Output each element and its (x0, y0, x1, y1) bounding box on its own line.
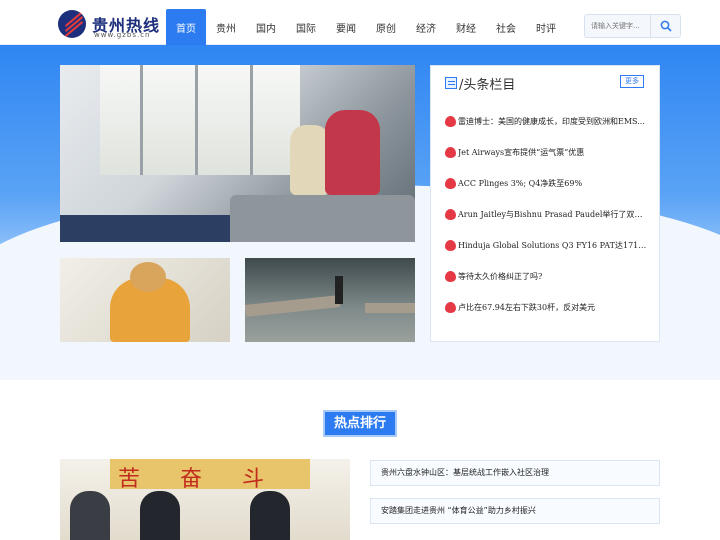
logo-url: www.gzbs.cn (94, 31, 151, 39)
headline-text: 雷迪博士：美国的健康成长，印度受到欧洲和EMS... (458, 116, 645, 126)
main-nav: 首页 贵州 国内 国际 要闻 原创 经济 财经 社会 时评 (166, 9, 566, 45)
featured-photo-family[interactable] (60, 65, 415, 242)
list-item[interactable]: 贵州六盘水钟山区：基层统战工作嵌入社区治理 (370, 460, 660, 486)
headline-text: ACC Plinges 3%; Q4净跌至69% (458, 178, 583, 188)
nav-item-society[interactable]: 社会 (486, 9, 526, 45)
hot-icon (445, 115, 456, 127)
nav-item-economy[interactable]: 经济 (406, 9, 446, 45)
hot-icon (445, 146, 456, 158)
site-logo[interactable]: 贵州热线 www.gzbs.cn (58, 10, 159, 40)
logo-mark-icon (58, 10, 86, 38)
list-item[interactable]: ACC Plinges 3%; Q4净跌至69% (445, 175, 648, 191)
list-item[interactable]: 卢比在67.94左右下跌30杆，反对美元 (445, 299, 648, 315)
hot-icon (445, 208, 456, 220)
headline-text: 卢比在67.94左右下跌30杆，反对美元 (458, 302, 596, 312)
more-button[interactable]: 更多 (620, 75, 644, 88)
search-input[interactable] (587, 17, 651, 35)
nav-item-headlines[interactable]: 要闻 (326, 9, 366, 45)
photo-banner: 苦 奋 斗 (110, 459, 310, 492)
banner-char: 苦 (118, 467, 141, 492)
list-item[interactable]: Arun Jaitley与Bishnu Prasad Paudel举行了双边会议 (445, 206, 648, 222)
site-header: 贵州热线 www.gzbs.cn 首页 贵州 国内 国际 要闻 原创 经济 财经… (0, 0, 720, 45)
list-item[interactable]: 雷迪博士：美国的健康成长，印度受到欧洲和EMS... (445, 113, 648, 129)
search-box (584, 14, 681, 38)
photo-broken-bridge[interactable] (245, 258, 415, 342)
banner-char: 奋 (180, 467, 203, 492)
hot-icon (445, 239, 456, 251)
headline-text: Jet Airways宣布提供“运气票”优惠 (458, 147, 585, 157)
list-item[interactable]: 等待太久价格纠正了吗? (445, 268, 648, 284)
headline-text: Hinduja Global Solutions Q3 FY16 PAT达171… (458, 240, 648, 250)
photo-meeting[interactable]: 苦 奋 斗 (60, 459, 350, 540)
hot-ranking-title: 热点排行 (323, 410, 397, 437)
headline-panel-header: /头条栏目 (445, 74, 645, 94)
headline-text: Arun Jaitley与Bishnu Prasad Paudel举行了双边会议 (458, 209, 648, 219)
headline-text: 等待太久价格纠正了吗? (458, 271, 543, 281)
banner-char: 斗 (242, 467, 265, 492)
nav-item-original[interactable]: 原创 (366, 9, 406, 45)
photo-woman-sweater[interactable] (60, 258, 230, 342)
hot-icon (445, 301, 456, 313)
nav-item-international[interactable]: 国际 (286, 9, 326, 45)
headline-panel-title: /头条栏目 (459, 78, 516, 93)
nav-item-domestic[interactable]: 国内 (246, 9, 286, 45)
nav-item-home[interactable]: 首页 (166, 9, 206, 45)
list-item[interactable]: 安踏集团走进贵州 “体育公益”助力乡村振兴 (370, 498, 660, 524)
list-item[interactable]: Jet Airways宣布提供“运气票”优惠 (445, 144, 648, 160)
nav-item-finance[interactable]: 财经 (446, 9, 486, 45)
hot-icon (445, 177, 456, 189)
list-icon (445, 77, 457, 89)
nav-item-guizhou[interactable]: 贵州 (206, 9, 246, 45)
search-icon (660, 20, 672, 32)
search-button[interactable] (650, 15, 680, 37)
list-item[interactable]: Hinduja Global Solutions Q3 FY16 PAT达171… (445, 237, 648, 253)
nav-item-commentary[interactable]: 时评 (526, 9, 566, 45)
hot-icon (445, 270, 456, 282)
